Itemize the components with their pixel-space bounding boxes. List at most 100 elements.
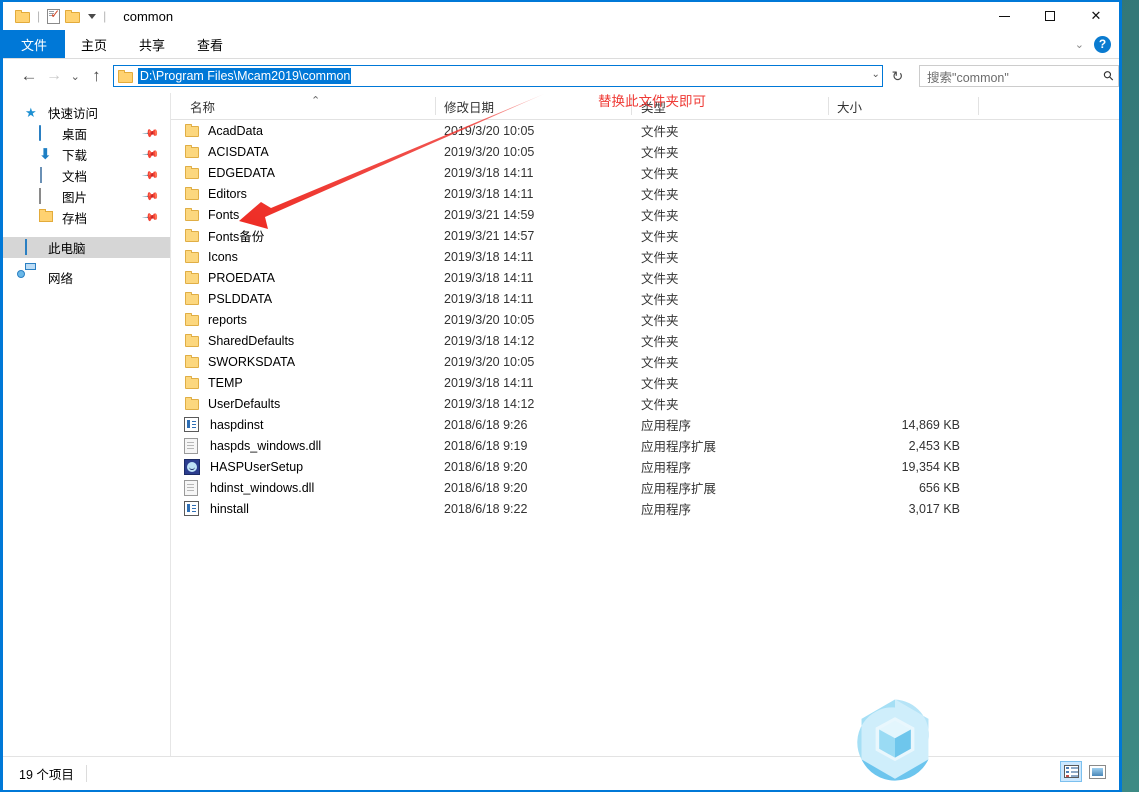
sidebar-item-network[interactable]: 网络 bbox=[3, 267, 170, 288]
cell-type: 应用程序扩展 bbox=[641, 440, 717, 454]
close-button[interactable]: ✕ bbox=[1073, 2, 1119, 30]
sidebar-item-this-pc[interactable]: 此电脑 bbox=[3, 237, 170, 258]
tab-file[interactable]: 文件 bbox=[3, 30, 66, 58]
table-row[interactable]: haspds_windows.dll 2018/6/18 9:19 应用程序扩展 2,… bbox=[171, 435, 1119, 456]
pin-icon[interactable]: 📌 bbox=[142, 166, 161, 185]
sidebar-item-pictures[interactable]: 图片 📌 bbox=[3, 186, 170, 207]
file-name-label: Fonts bbox=[208, 207, 240, 222]
table-row[interactable]: hdinst_windows.dll 2018/6/18 9:20 应用程序扩展 65… bbox=[171, 477, 1119, 498]
cell-name: AcadData bbox=[171, 123, 436, 138]
pin-icon[interactable]: 📌 bbox=[142, 208, 161, 227]
tab-share[interactable]: 共享 bbox=[123, 30, 181, 58]
search-icon[interactable]: ⚲ bbox=[1100, 67, 1118, 85]
tab-home[interactable]: 主页 bbox=[65, 30, 123, 58]
sidebar-item-label: 此电脑 bbox=[48, 242, 86, 256]
folder-icon bbox=[39, 210, 55, 226]
column-header-name[interactable]: 名称 ⌃ bbox=[171, 93, 436, 119]
file-name-label: PROEDATA bbox=[208, 270, 275, 285]
cell-date: 2019/3/18 14:12 bbox=[444, 333, 535, 348]
table-row[interactable]: EDGEDATA 2019/3/18 14:11 文件夹 bbox=[171, 162, 1119, 183]
address-path-text[interactable]: D:\Program Files\Mcam2019\common bbox=[137, 68, 352, 84]
cell-type: 应用程序 bbox=[641, 419, 692, 433]
refresh-button[interactable]: ↻ bbox=[886, 64, 909, 88]
download-icon: ⬇ bbox=[39, 145, 52, 163]
table-row[interactable]: haspdinst 2018/6/18 9:26 应用程序 14,869 KB bbox=[171, 414, 1119, 435]
folder-icon bbox=[184, 354, 200, 369]
qat-divider-2: | bbox=[103, 9, 107, 23]
details-view-button[interactable] bbox=[1060, 761, 1082, 782]
column-divider[interactable] bbox=[978, 97, 979, 115]
minimize-button[interactable] bbox=[981, 2, 1027, 30]
table-row[interactable]: Fonts 2019/3/21 14:59 文件夹 bbox=[171, 204, 1119, 225]
pin-icon[interactable]: 📌 bbox=[142, 124, 161, 143]
search-input[interactable]: 搜索"common" ⚲ bbox=[919, 65, 1119, 87]
cell-type: 文件夹 bbox=[641, 335, 679, 349]
large-icons-view-button[interactable] bbox=[1086, 761, 1108, 782]
explorer-window: | | common ✕ 文件 主页 共享 查看 ⌄ ? bbox=[0, 0, 1122, 792]
file-name-label: TEMP bbox=[208, 375, 243, 390]
sidebar-item-label: 下载 bbox=[62, 149, 88, 163]
column-header-name-label: 名称 bbox=[190, 100, 216, 115]
recent-locations-button[interactable]: ⌄ bbox=[67, 63, 84, 89]
table-row[interactable]: SWORKSDATA 2019/3/20 10:05 文件夹 bbox=[171, 351, 1119, 372]
cell-date: 2019/3/20 10:05 bbox=[444, 123, 535, 138]
file-rows-container: AcadData 2019/3/20 10:05 文件夹 ACISDATA 2019/3… bbox=[171, 120, 1119, 519]
chevron-down-icon[interactable]: ⌄ bbox=[1075, 38, 1084, 51]
sidebar-item-desktop[interactable]: 桌面 📌 bbox=[3, 123, 170, 144]
sidebar-item-archive[interactable]: 存档 📌 bbox=[3, 207, 170, 228]
cell-name: haspds_windows.dll bbox=[171, 437, 436, 454]
cell-name: ACISDATA bbox=[171, 144, 436, 159]
properties-icon[interactable] bbox=[47, 7, 61, 24]
table-row[interactable]: PROEDATA 2019/3/18 14:11 文件夹 bbox=[171, 267, 1119, 288]
file-name-label: haspds_windows.dll bbox=[210, 438, 322, 453]
back-button[interactable]: ← bbox=[16, 63, 41, 89]
cell-name: EDGEDATA bbox=[171, 165, 436, 180]
chevron-down-icon[interactable]: ⌄ bbox=[872, 69, 880, 80]
table-row[interactable]: hinstall 2018/6/18 9:22 应用程序 3,017 KB bbox=[171, 498, 1119, 519]
cell-name: SharedDefaults bbox=[171, 333, 436, 348]
table-row[interactable]: UserDefaults 2019/3/18 14:12 文件夹 bbox=[171, 393, 1119, 414]
table-row[interactable]: TEMP 2019/3/18 14:11 文件夹 bbox=[171, 372, 1119, 393]
table-row[interactable]: HASPUserSetup 2018/6/18 9:20 应用程序 19,354 KB bbox=[171, 456, 1119, 477]
table-row[interactable]: ACISDATA 2019/3/20 10:05 文件夹 bbox=[171, 141, 1119, 162]
folder-icon bbox=[184, 333, 200, 348]
sidebar-item-label: 文档 bbox=[62, 170, 88, 184]
cell-name: haspdinst bbox=[171, 417, 436, 432]
table-row[interactable]: reports 2019/3/20 10:05 文件夹 bbox=[171, 309, 1119, 330]
column-header-size[interactable]: 大小 bbox=[829, 93, 979, 119]
help-button[interactable]: ? bbox=[1094, 35, 1111, 53]
file-name-label: hinstall bbox=[210, 501, 249, 516]
minimize-icon bbox=[998, 15, 1010, 17]
table-row[interactable]: AcadData 2019/3/20 10:05 文件夹 bbox=[171, 120, 1119, 141]
tab-view[interactable]: 查看 bbox=[181, 30, 239, 58]
chevron-down-icon[interactable] bbox=[88, 13, 97, 19]
pin-icon[interactable]: 📌 bbox=[142, 145, 161, 164]
new-folder-icon[interactable] bbox=[65, 9, 81, 23]
cell-type: 文件夹 bbox=[641, 146, 679, 160]
close-icon: ✕ bbox=[1090, 8, 1102, 23]
folder-icon[interactable] bbox=[15, 9, 30, 23]
table-row[interactable]: SharedDefaults 2019/3/18 14:12 文件夹 bbox=[171, 330, 1119, 351]
cell-date: 2018/6/18 9:22 bbox=[444, 501, 528, 516]
pin-icon[interactable]: 📌 bbox=[142, 187, 161, 206]
sidebar-item-documents[interactable]: 文档 📌 bbox=[3, 165, 170, 186]
forward-button[interactable]: → bbox=[42, 63, 67, 89]
qat-divider: | bbox=[37, 9, 41, 23]
table-row[interactable]: PSLDDATA 2019/3/18 14:11 文件夹 bbox=[171, 288, 1119, 309]
address-bar[interactable]: D:\Program Files\Mcam2019\common ⌄ bbox=[112, 65, 883, 87]
file-name-label: EDGEDATA bbox=[208, 165, 275, 180]
table-row[interactable]: Fonts备份 2019/3/21 14:57 文件夹 bbox=[171, 225, 1119, 246]
cell-name: PSLDDATA bbox=[171, 291, 436, 306]
maximize-button[interactable] bbox=[1027, 2, 1073, 30]
cell-type: 应用程序扩展 bbox=[641, 482, 717, 496]
up-button[interactable]: ↑ bbox=[84, 63, 109, 89]
file-name-label: Fonts备份 bbox=[208, 230, 265, 244]
sidebar-item-downloads[interactable]: ⬇ 下载 📌 bbox=[3, 144, 170, 165]
table-row[interactable]: Editors 2019/3/18 14:11 文件夹 bbox=[171, 183, 1119, 204]
cell-date: 2019/3/18 14:11 bbox=[444, 186, 534, 201]
title-bar: | | common ✕ bbox=[3, 2, 1119, 30]
cell-name: HASPUserSetup bbox=[171, 458, 436, 475]
cell-type: 文件夹 bbox=[641, 356, 679, 370]
sidebar-item-quick-access[interactable]: ★ 快速访问 bbox=[3, 102, 170, 123]
table-row[interactable]: Icons 2019/3/18 14:11 文件夹 bbox=[171, 246, 1119, 267]
